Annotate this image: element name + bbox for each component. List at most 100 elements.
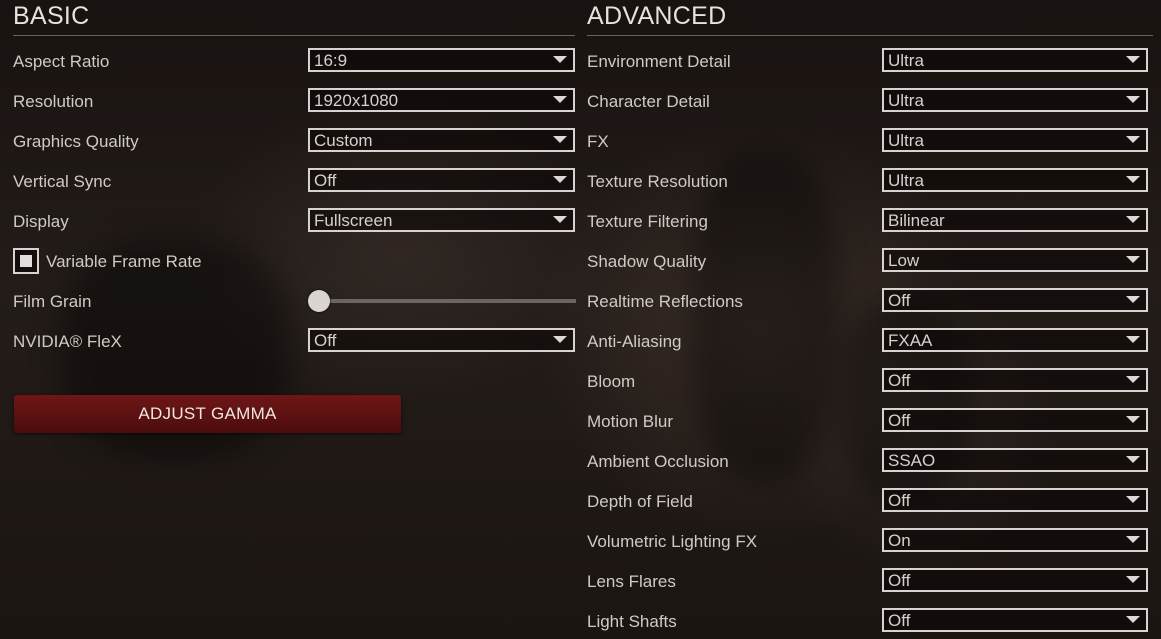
- setting-variable-frame-rate: Variable Frame Rate: [13, 247, 313, 277]
- advanced-section-title: ADVANCED: [587, 2, 1153, 36]
- fx-dropdown[interactable]: Ultra: [882, 128, 1148, 152]
- dropdown-value: 16:9: [314, 51, 348, 70]
- dropdown-value: Off: [314, 331, 337, 350]
- setting-label: Graphics Quality: [13, 132, 139, 151]
- chevron-down-icon: [553, 176, 567, 183]
- setting-label: Film Grain: [13, 292, 92, 311]
- vertical-sync-dropdown[interactable]: Off: [308, 168, 575, 192]
- setting-label: Ambient Occlusion: [587, 452, 729, 471]
- setting-ambient-occlusion: Ambient Occlusion SSAO: [587, 448, 1153, 478]
- setting-aspect-ratio: Aspect Ratio 16:9: [13, 48, 575, 78]
- setting-vertical-sync: Vertical Sync Off: [13, 168, 575, 198]
- dropdown-value: Fullscreen: [314, 211, 393, 230]
- chevron-down-icon: [553, 336, 567, 343]
- checkbox-label: Variable Frame Rate: [46, 252, 202, 271]
- dropdown-value: Ultra: [888, 51, 924, 70]
- setting-volumetric-lighting-fx: Volumetric Lighting FX On: [587, 528, 1153, 558]
- dropdown-value: Off: [888, 371, 911, 390]
- dropdown-value: Off: [888, 611, 911, 630]
- setting-texture-filtering: Texture Filtering Bilinear: [587, 208, 1153, 238]
- setting-label: Volumetric Lighting FX: [587, 532, 758, 551]
- environment-detail-dropdown[interactable]: Ultra: [882, 48, 1148, 72]
- dropdown-value: On: [888, 531, 911, 550]
- chevron-down-icon: [1126, 256, 1140, 263]
- dropdown-value: Low: [888, 251, 920, 270]
- ambient-occlusion-dropdown[interactable]: SSAO: [882, 448, 1148, 472]
- character-detail-dropdown[interactable]: Ultra: [882, 88, 1148, 112]
- film-grain-slider[interactable]: [308, 288, 576, 314]
- adjust-gamma-button[interactable]: ADJUST GAMMA: [14, 395, 401, 433]
- slider-handle[interactable]: [308, 290, 330, 312]
- dropdown-value: Off: [314, 171, 337, 190]
- chevron-down-icon: [553, 136, 567, 143]
- motion-blur-dropdown[interactable]: Off: [882, 408, 1148, 432]
- chevron-down-icon: [553, 216, 567, 223]
- realtime-reflections-dropdown[interactable]: Off: [882, 288, 1148, 312]
- setting-label: Aspect Ratio: [13, 52, 110, 71]
- chevron-down-icon: [1126, 176, 1140, 183]
- graphics-quality-dropdown[interactable]: Custom: [308, 128, 575, 152]
- chevron-down-icon: [1126, 416, 1140, 423]
- setting-shadow-quality: Shadow Quality Low: [587, 248, 1153, 278]
- dropdown-value: Off: [888, 571, 911, 590]
- chevron-down-icon: [1126, 536, 1140, 543]
- dropdown-value: Ultra: [888, 91, 924, 110]
- setting-label: Motion Blur: [587, 412, 673, 431]
- setting-label: Lens Flares: [587, 572, 676, 591]
- dropdown-value: Custom: [314, 131, 373, 150]
- bloom-dropdown[interactable]: Off: [882, 368, 1148, 392]
- chevron-down-icon: [1126, 496, 1140, 503]
- dropdown-value: Off: [888, 491, 911, 510]
- setting-label: NVIDIA® FleX: [13, 332, 122, 351]
- texture-filtering-dropdown[interactable]: Bilinear: [882, 208, 1148, 232]
- slider-track: [308, 299, 576, 303]
- setting-anti-aliasing: Anti-Aliasing FXAA: [587, 328, 1153, 358]
- dropdown-value: Bilinear: [888, 211, 945, 230]
- setting-label: Vertical Sync: [13, 172, 112, 191]
- setting-character-detail: Character Detail Ultra: [587, 88, 1153, 118]
- light-shafts-dropdown[interactable]: Off: [882, 608, 1148, 632]
- chevron-down-icon: [1126, 616, 1140, 623]
- resolution-dropdown[interactable]: 1920x1080: [308, 88, 575, 112]
- dropdown-value: Off: [888, 411, 911, 430]
- setting-realtime-reflections: Realtime Reflections Off: [587, 288, 1153, 318]
- setting-label: Texture Resolution: [587, 172, 728, 191]
- chevron-down-icon: [1126, 376, 1140, 383]
- lens-flares-dropdown[interactable]: Off: [882, 568, 1148, 592]
- variable-frame-rate-checkbox[interactable]: [13, 248, 39, 274]
- setting-bloom: Bloom Off: [587, 368, 1153, 398]
- aspect-ratio-dropdown[interactable]: 16:9: [308, 48, 575, 72]
- dropdown-value: FXAA: [888, 331, 933, 350]
- dropdown-value: SSAO: [888, 451, 936, 470]
- setting-resolution: Resolution 1920x1080: [13, 88, 575, 118]
- display-dropdown[interactable]: Fullscreen: [308, 208, 575, 232]
- depth-of-field-dropdown[interactable]: Off: [882, 488, 1148, 512]
- anti-aliasing-dropdown[interactable]: FXAA: [882, 328, 1148, 352]
- dropdown-value: Off: [888, 291, 911, 310]
- setting-label: Resolution: [13, 92, 94, 111]
- chevron-down-icon: [1126, 456, 1140, 463]
- setting-label: Texture Filtering: [587, 212, 708, 231]
- setting-label: Display: [13, 212, 69, 231]
- setting-nvidia-flex: NVIDIA® FleX Off: [13, 328, 575, 358]
- setting-depth-of-field: Depth of Field Off: [587, 488, 1153, 518]
- chevron-down-icon: [1126, 336, 1140, 343]
- setting-texture-resolution: Texture Resolution Ultra: [587, 168, 1153, 198]
- chevron-down-icon: [553, 56, 567, 63]
- chevron-down-icon: [1126, 136, 1140, 143]
- chevron-down-icon: [1126, 96, 1140, 103]
- chevron-down-icon: [1126, 216, 1140, 223]
- volumetric-lighting-fx-dropdown[interactable]: On: [882, 528, 1148, 552]
- chevron-down-icon: [1126, 576, 1140, 583]
- setting-label: Environment Detail: [587, 52, 731, 71]
- chevron-down-icon: [553, 96, 567, 103]
- setting-fx: FX Ultra: [587, 128, 1153, 158]
- setting-environment-detail: Environment Detail Ultra: [587, 48, 1153, 78]
- shadow-quality-dropdown[interactable]: Low: [882, 248, 1148, 272]
- texture-resolution-dropdown[interactable]: Ultra: [882, 168, 1148, 192]
- checkbox-check-mark: [20, 255, 32, 267]
- nvidia-flex-dropdown[interactable]: Off: [308, 328, 575, 352]
- setting-label: Bloom: [587, 372, 636, 391]
- setting-motion-blur: Motion Blur Off: [587, 408, 1153, 438]
- setting-label: Realtime Reflections: [587, 292, 743, 311]
